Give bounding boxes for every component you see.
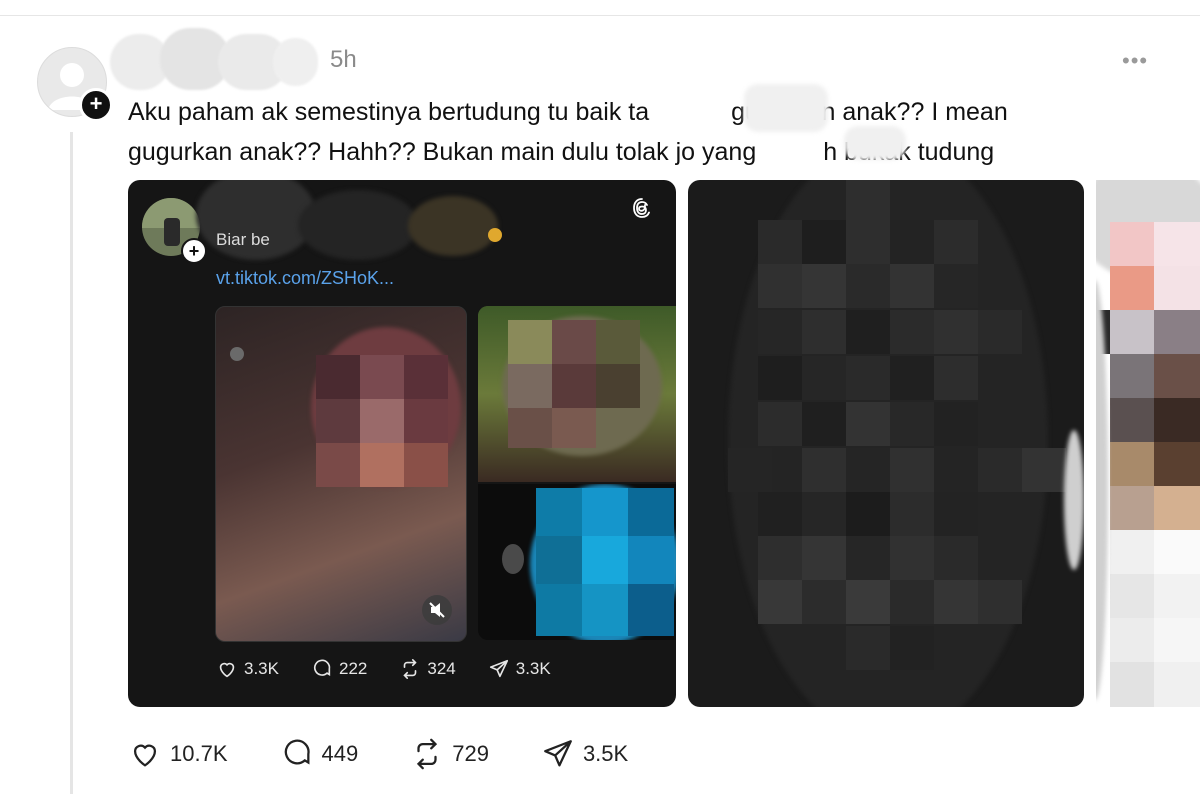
reply-button[interactable]: 222 <box>311 658 367 680</box>
quoted-actions: 3.3K 222 324 3.3K <box>216 658 583 680</box>
comment-icon <box>313 659 331 676</box>
image-attachment[interactable] <box>1096 180 1200 707</box>
post-text-line-1: Aku paham ak semestinya bertudung tu bai… <box>128 98 1008 126</box>
quoted-caption: Biar be <box>216 230 270 249</box>
mute-icon[interactable] <box>422 595 452 625</box>
tiktok-link[interactable]: vt.tiktok.com/ZSHoK... <box>216 268 394 289</box>
top-divider <box>0 15 1200 16</box>
post-actions: 10.7K 449 729 3.5K <box>128 737 680 771</box>
more-icon[interactable]: ••• <box>1122 48 1148 74</box>
repost-button[interactable]: 324 <box>399 658 456 680</box>
video-thumbnail[interactable] <box>478 306 676 482</box>
share-icon <box>544 740 572 767</box>
heart-icon <box>133 744 157 767</box>
repost-button[interactable]: 729 <box>410 737 489 771</box>
heart-icon <box>219 662 235 678</box>
quoted-post-card[interactable]: + Biar be vt.tiktok.com/ZSHoK... 3.3K 22… <box>128 180 676 707</box>
follow-plus-icon[interactable]: + <box>79 88 113 122</box>
username-redacted[interactable] <box>108 28 318 90</box>
post-text-line-2: gugurkan anak?? Hahh?? Bukan main dulu t… <box>128 138 995 166</box>
comment-icon <box>284 739 310 765</box>
repost-icon <box>417 738 438 770</box>
redacted-name <box>408 196 498 256</box>
thread-line <box>70 132 73 794</box>
redacted-word <box>844 126 906 160</box>
video-player[interactable] <box>215 306 467 642</box>
post-text: Aku paham ak semestinya bertudung tu bai… <box>128 92 1168 172</box>
repost-icon <box>403 659 418 679</box>
threads-logo-icon <box>633 198 650 218</box>
plus-icon[interactable]: + <box>181 238 207 264</box>
emoji <box>488 228 502 242</box>
share-icon <box>489 659 508 678</box>
video-thumbnail[interactable] <box>478 484 676 640</box>
redacted-word <box>744 84 828 132</box>
post-time: 5h <box>330 46 357 73</box>
like-button[interactable]: 10.7K <box>128 737 228 771</box>
redacted-name <box>298 190 418 260</box>
share-button[interactable]: 3.5K <box>541 737 628 771</box>
reply-button[interactable]: 449 <box>280 737 358 771</box>
share-button[interactable]: 3.3K <box>488 658 551 680</box>
image-attachment[interactable] <box>688 180 1084 707</box>
like-button[interactable]: 3.3K <box>216 658 279 680</box>
